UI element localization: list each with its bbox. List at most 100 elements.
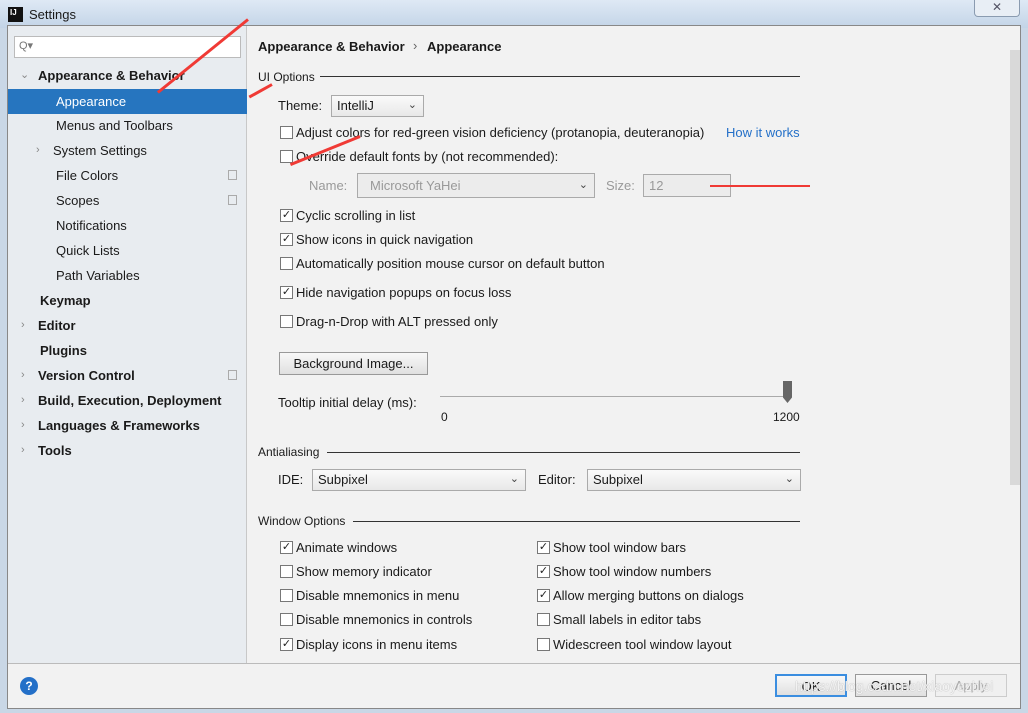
disable-mnemonics-controls-label: Disable mnemonics in controls [296, 612, 473, 627]
adjust-colors-checkbox[interactable] [280, 126, 293, 139]
watermark: https://blog.csdn.net/xiaoyezhiei [795, 678, 994, 694]
tree-item-notifications[interactable]: Notifications [8, 213, 247, 238]
title-bar [0, 0, 1028, 28]
tree-label: Path Variables [56, 268, 140, 283]
tooltip-slider-track[interactable] [440, 396, 788, 397]
tree-label: Appearance & Behavior [38, 68, 185, 83]
tree-label: Build, Execution, Deployment [38, 393, 222, 408]
tool-window-numbers-checkbox[interactable]: ✓ [537, 565, 550, 578]
disable-mnemonics-menu-label: Disable mnemonics in menu [296, 588, 460, 603]
disable-mnemonics-controls-checkbox[interactable] [280, 613, 293, 626]
search-input[interactable]: Q▾ [14, 36, 241, 58]
tree-item-plugins[interactable]: Plugins [8, 338, 247, 363]
override-fonts-checkbox[interactable] [280, 150, 293, 163]
small-labels-checkbox[interactable] [537, 613, 550, 626]
tool-window-numbers-label: Show tool window numbers [553, 564, 712, 579]
tree-item-quick-lists[interactable]: Quick Lists [8, 238, 247, 263]
chevron-down-icon: ⌄ [509, 473, 519, 485]
ide-label: IDE: [278, 472, 304, 487]
display-icons-menu-label: Display icons in menu items [296, 637, 458, 652]
section-divider [327, 452, 800, 453]
ide-antialiasing-dropdown[interactable]: Subpixel ⌄ [312, 469, 526, 491]
tree-label: Keymap [40, 293, 91, 308]
display-icons-menu-checkbox[interactable]: ✓ [280, 638, 293, 651]
chevron-down-icon: ⌄ [784, 473, 794, 485]
merging-buttons-checkbox[interactable]: ✓ [537, 589, 550, 602]
chevron-right-icon: › [21, 319, 25, 331]
memory-indicator-checkbox[interactable] [280, 565, 293, 578]
widescreen-layout-checkbox[interactable] [537, 638, 550, 651]
tool-window-bars-checkbox[interactable]: ✓ [537, 541, 550, 554]
background-image-button[interactable]: Background Image... [279, 352, 428, 375]
show-icons-checkbox[interactable]: ✓ [280, 233, 293, 246]
small-labels-label: Small labels in editor tabs [553, 612, 702, 627]
app-logo-icon: IJ [8, 7, 23, 22]
breadcrumb-parent[interactable]: Appearance & Behavior [258, 39, 405, 54]
animate-windows-checkbox[interactable]: ✓ [280, 541, 293, 554]
tree-item-appearance-behavior[interactable]: ⌄ Appearance & Behavior [8, 63, 247, 88]
tree-item-tools[interactable]: › Tools [8, 438, 247, 463]
chevron-right-icon: › [21, 369, 25, 381]
auto-position-cursor-checkbox[interactable] [280, 257, 293, 270]
section-ui-options: UI Options [258, 70, 315, 84]
chevron-down-icon: ⌄ [20, 69, 30, 81]
hide-popups-checkbox[interactable]: ✓ [280, 286, 293, 299]
how-it-works-link[interactable]: How it works [726, 125, 800, 140]
tree-label: Plugins [40, 343, 87, 358]
project-scope-icon [228, 370, 237, 380]
ide-value: Subpixel [318, 472, 368, 487]
tree-item-build[interactable]: › Build, Execution, Deployment [8, 388, 247, 413]
chevron-right-icon: › [21, 394, 25, 406]
theme-value: IntelliJ [337, 98, 374, 113]
tree-label: System Settings [53, 143, 147, 158]
tree-item-languages[interactable]: › Languages & Frameworks [8, 413, 247, 438]
tree-label: Languages & Frameworks [38, 418, 200, 433]
animate-windows-label: Animate windows [296, 540, 398, 555]
tree-item-menus-toolbars[interactable]: Menus and Toolbars [8, 113, 247, 138]
footer-divider [8, 663, 1020, 664]
tree-item-system-settings[interactable]: › System Settings [8, 138, 247, 163]
breadcrumb-separator: › [413, 38, 418, 53]
editor-antialiasing-dropdown[interactable]: Subpixel ⌄ [587, 469, 801, 491]
tree-label: Tools [38, 443, 72, 458]
tree-item-version-control[interactable]: › Version Control [8, 363, 247, 388]
auto-position-cursor-label: Automatically position mouse cursor on d… [296, 256, 605, 271]
tree-label: File Colors [56, 168, 119, 183]
tree-label: Quick Lists [56, 243, 120, 258]
memory-indicator-label: Show memory indicator [296, 564, 432, 579]
tree-item-editor[interactable]: › Editor [8, 313, 247, 338]
cyclic-scrolling-checkbox[interactable]: ✓ [280, 209, 293, 222]
close-button[interactable]: ✕ [974, 0, 1020, 17]
project-scope-icon [228, 170, 237, 180]
slider-max-label: 1200 [773, 410, 800, 424]
font-name-value: Microsoft YaHei [370, 178, 461, 193]
merging-buttons-label: Allow merging buttons on dialogs [553, 588, 744, 603]
tree-item-keymap[interactable]: Keymap [8, 288, 247, 313]
disable-mnemonics-menu-checkbox[interactable] [280, 589, 293, 602]
drag-alt-checkbox[interactable] [280, 315, 293, 328]
theme-dropdown[interactable]: IntelliJ ⌄ [331, 95, 424, 117]
tree-label: Notifications [56, 218, 127, 233]
chevron-down-icon: ⌄ [578, 179, 588, 191]
window-title: Settings [29, 7, 76, 22]
tree-label: Menus and Toolbars [56, 118, 173, 133]
font-name-dropdown[interactable]: Microsoft YaHei ⌄ [357, 173, 595, 198]
chevron-right-icon: › [21, 419, 25, 431]
tree-label: Version Control [38, 368, 135, 383]
scrollbar-thumb[interactable] [1010, 50, 1020, 485]
help-icon[interactable]: ? [20, 677, 38, 695]
tree-label: Editor [38, 318, 76, 333]
tree-item-path-variables[interactable]: Path Variables [8, 263, 247, 288]
tree-item-file-colors[interactable]: File Colors [8, 163, 247, 188]
hide-popups-label: Hide navigation popups on focus loss [296, 285, 512, 300]
chevron-down-icon: ⌄ [407, 99, 417, 111]
editor-value: Subpixel [593, 472, 643, 487]
font-name-label: Name: [309, 178, 348, 193]
tree-label: Appearance [56, 94, 127, 109]
chevron-right-icon: › [21, 444, 25, 456]
theme-label: Theme: [278, 98, 323, 113]
tooltip-delay-label: Tooltip initial delay (ms): [278, 395, 417, 410]
section-divider [353, 521, 800, 522]
tree-item-appearance[interactable]: Appearance [8, 89, 247, 114]
tree-item-scopes[interactable]: Scopes [8, 188, 247, 213]
